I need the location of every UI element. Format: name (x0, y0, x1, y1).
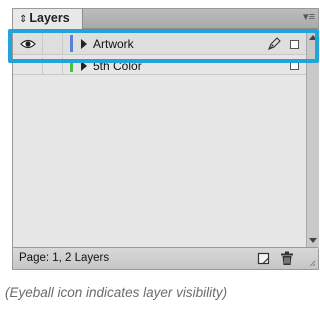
panel-tab-bar: ⇕ Layers ▾≡ (13, 9, 318, 29)
highlight-callout (8, 29, 319, 63)
caption: (Eyeball icon indicates layer visibility… (5, 285, 228, 300)
trash-icon[interactable] (280, 251, 294, 266)
tab-label: Layers (29, 11, 70, 25)
panel-menu-icon[interactable]: ▾≡ (303, 10, 315, 24)
tab-collapse-icon[interactable]: ⇕ (19, 14, 27, 25)
new-layer-icon[interactable] (257, 252, 271, 265)
tab-layers[interactable]: ⇕ Layers (13, 9, 83, 29)
resize-grip-icon[interactable] (308, 259, 316, 267)
scroll-down-arrow-icon[interactable] (309, 238, 317, 243)
layer-count-status: Page: 1, 2 Layers (19, 252, 110, 264)
panel-footer: Page: 1, 2 Layers (13, 247, 318, 269)
